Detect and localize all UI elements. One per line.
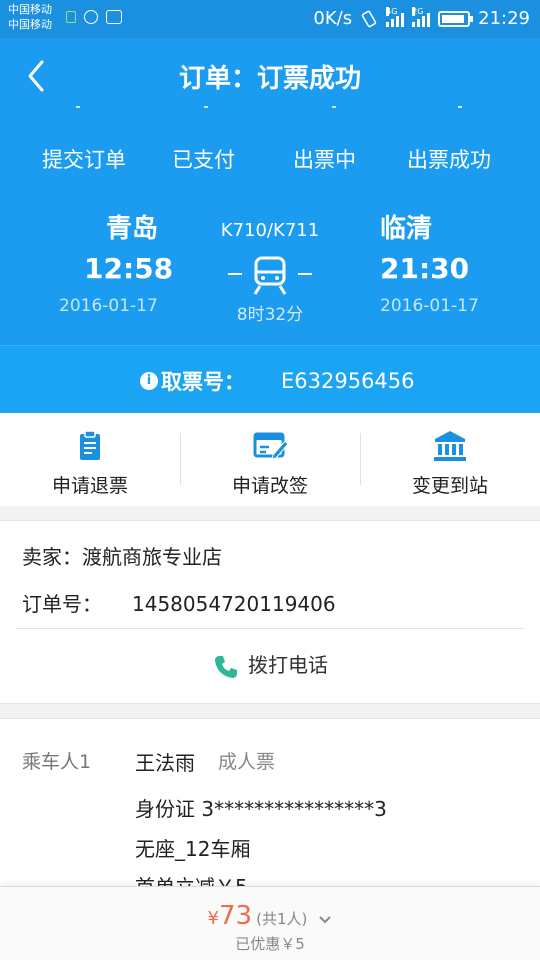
image-icon xyxy=(106,10,122,24)
edit-card-icon xyxy=(253,432,287,460)
step-issuing: 出票中 xyxy=(293,148,356,172)
status-right: 0K/s 4G 2G 21:29 xyxy=(313,6,530,29)
bank-building-icon xyxy=(434,431,466,461)
passenger-card: 乘车人1 王法雨 成人票 身份证 3****************3 无座_1… xyxy=(0,718,540,888)
passenger-name: 王法雨 xyxy=(135,751,195,775)
to-station: 临清 xyxy=(380,214,433,244)
price-bar: ¥73 (共1人) 已优惠￥5 xyxy=(0,886,540,960)
depart-time: 12:58 xyxy=(84,252,174,285)
refund-label: 申请退票 xyxy=(51,475,128,497)
carrier-1: 中国移动 xyxy=(8,3,52,16)
carrier-info: 中国移动 中国移动 xyxy=(8,2,52,32)
seller-card: 卖家：渡航商旅专业店 订单号： 1458054720119406 拨打电话 xyxy=(0,520,540,704)
change-ticket-button[interactable]: 申请改签 xyxy=(180,413,360,506)
order-number: 1458054720119406 xyxy=(132,592,336,616)
signal-sim1-icon: 4G xyxy=(386,6,405,27)
total-price: 73 xyxy=(219,901,253,931)
info-icon: i xyxy=(140,372,158,390)
ticket-type: 成人票 xyxy=(218,751,276,773)
step-submitted: 提交订单 xyxy=(42,148,126,172)
discount-total: 已优惠￥5 xyxy=(235,935,305,953)
chat-bubble-icon xyxy=(84,10,98,24)
step-paid: 已支付 xyxy=(172,148,235,172)
call-button[interactable]: 拨打电话 xyxy=(0,649,540,681)
pickup-number[interactable]: E632956456 xyxy=(281,369,415,393)
order-header: 订单：订票成功 提交订单 已支付 出票中 出票成功 青岛 12:58 2016-… xyxy=(0,38,540,345)
price-detail-toggle[interactable]: ¥73 (共1人) xyxy=(0,901,540,931)
clock: 21:29 xyxy=(478,8,530,29)
pickup-label: 取票号： xyxy=(161,370,245,394)
page-title: 订单：订票成功 xyxy=(178,64,361,94)
chevron-down-icon xyxy=(319,915,332,923)
call-label: 拨打电话 xyxy=(248,653,328,677)
change-destination-button[interactable]: 变更到站 xyxy=(360,413,540,506)
seat-info: 无座_12车厢 xyxy=(135,837,251,861)
currency-symbol: ¥ xyxy=(207,908,219,929)
storage-icon xyxy=(66,11,76,23)
order-number-row: 订单号： 1458054720119406 xyxy=(22,588,336,617)
order-actions: 申请退票 申请改签 变更到站 xyxy=(0,413,540,506)
order-number-label: 订单号： xyxy=(22,592,102,616)
train-number: K710/K711 xyxy=(220,220,320,241)
vibrate-icon xyxy=(361,10,377,27)
passenger-label: 乘车人1 xyxy=(22,751,92,773)
status-bar: 中国移动 中国移动 0K/s 4G 2G 21:29 xyxy=(0,0,540,38)
clipboard-icon xyxy=(80,430,100,460)
change-ticket-label: 申请改签 xyxy=(231,475,308,497)
arrive-time: 21:30 xyxy=(380,252,470,285)
net-speed: 0K/s xyxy=(313,8,353,29)
change-destination-label: 变更到站 xyxy=(411,475,488,497)
divider xyxy=(15,628,525,629)
seller-name: 卖家：渡航商旅专业店 xyxy=(22,545,222,569)
carrier-2: 中国移动 xyxy=(8,18,52,31)
arrive-date: 2016-01-17 xyxy=(380,296,479,316)
battery-icon xyxy=(438,10,474,27)
notification-icons xyxy=(66,10,122,24)
train-icon xyxy=(228,256,312,295)
phone-icon xyxy=(215,655,237,678)
signal-sim2-icon: 2G xyxy=(412,6,431,27)
ticket-pickup-bar: i 取票号： E632956456 xyxy=(0,345,540,413)
refund-button[interactable]: 申请退票 xyxy=(0,413,180,506)
passenger-count: (共1人) xyxy=(256,910,308,928)
step-issued: 出票成功 xyxy=(407,148,491,172)
passenger-id: 身份证 3****************3 xyxy=(135,797,387,821)
